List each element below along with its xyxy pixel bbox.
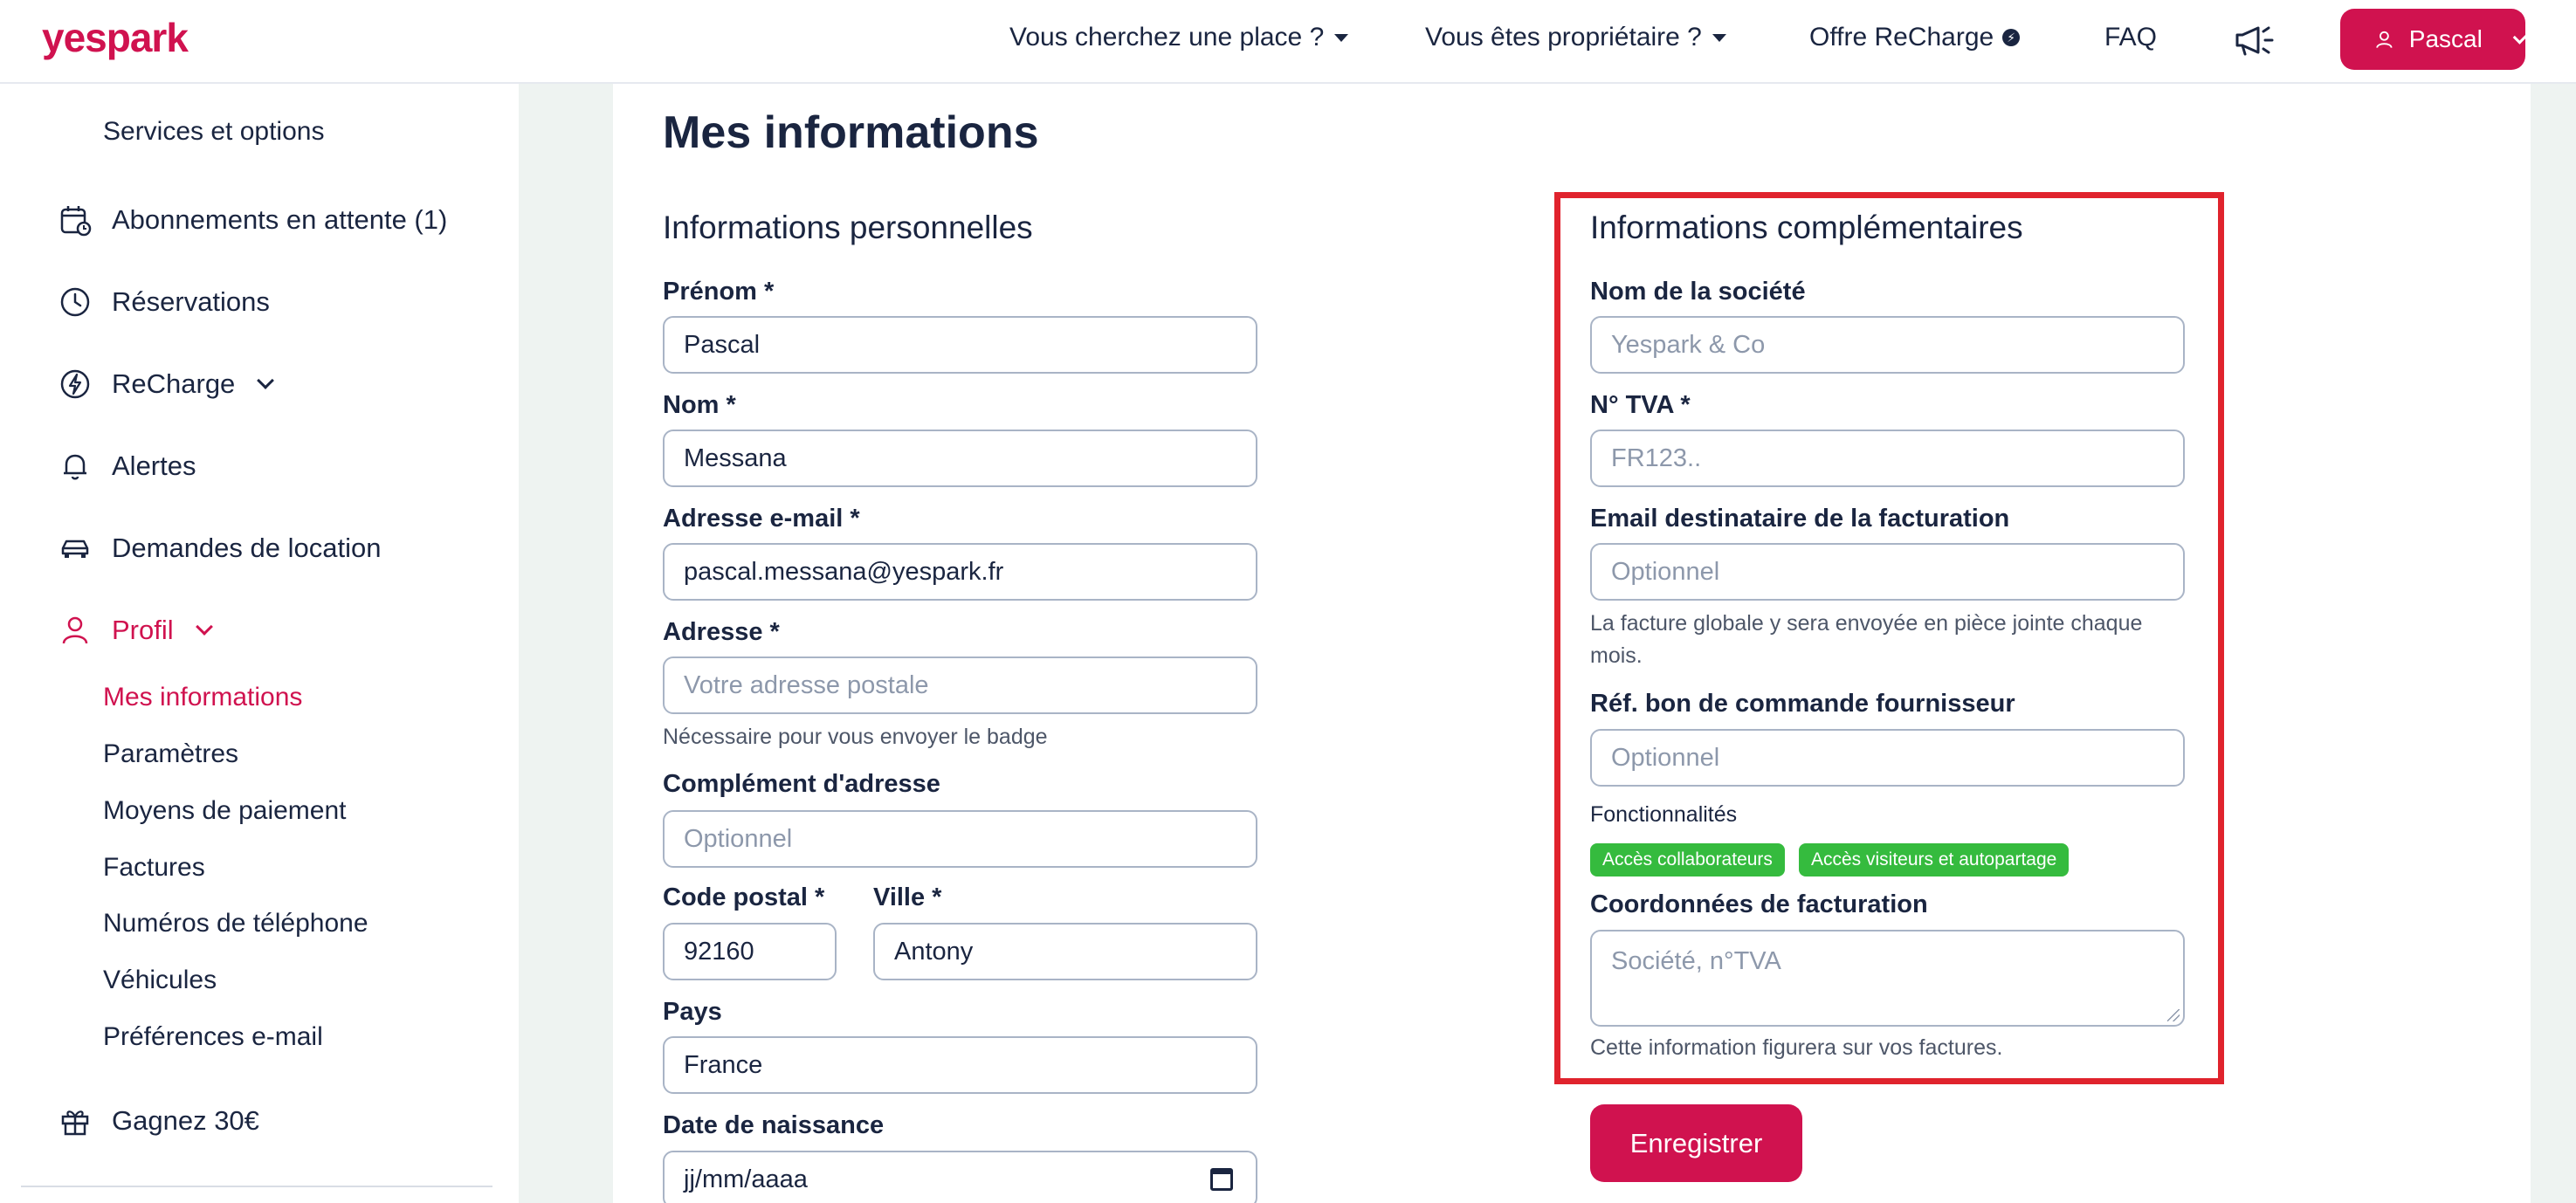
page-title: Mes informations: [663, 107, 1039, 158]
sidebar-item-vehicles[interactable]: Véhicules: [103, 966, 217, 995]
nav-recharge-offer[interactable]: Offre ReCharge ⚡: [1809, 23, 2021, 52]
sidebar-item-reservations[interactable]: Réservations: [58, 285, 270, 320]
caret-down-icon: [1712, 33, 1726, 42]
yespark-logo[interactable]: yespark: [42, 14, 189, 61]
billing-email-input[interactable]: Optionnel: [1590, 543, 2185, 601]
address-input[interactable]: Votre adresse postale: [663, 656, 1257, 714]
last-name-label: Nom *: [663, 391, 736, 419]
sidebar-item-email-prefs[interactable]: Préférences e-mail: [103, 1022, 323, 1052]
first-name-input[interactable]: Pascal: [663, 316, 1257, 374]
last-name-input[interactable]: Messana: [663, 430, 1257, 487]
user-icon: [2376, 31, 2393, 48]
user-icon: [62, 616, 88, 644]
chevron-down-icon: [195, 618, 213, 636]
vat-label: N° TVA *: [1590, 391, 1691, 419]
country-label: Pays: [663, 998, 722, 1026]
car-icon: [61, 540, 89, 558]
birth-date-label: Date de naissance: [663, 1111, 885, 1139]
sidebar-item-my-info[interactable]: Mes informations: [103, 683, 302, 712]
chevron-down-icon: [257, 372, 275, 389]
save-button[interactable]: Enregistrer: [1590, 1104, 1802, 1182]
sidebar-item-services[interactable]: Services et options: [103, 117, 324, 147]
address-label: Adresse *: [663, 618, 780, 646]
lightning-icon: [60, 369, 90, 399]
bolt-badge-icon: ⚡: [2002, 29, 2021, 46]
sidebar-item-payment[interactable]: Moyens de paiement: [103, 796, 347, 826]
sidebar-item-profile[interactable]: Profil: [58, 613, 213, 648]
sidebar-item-referral[interactable]: Gagnez 30€: [58, 1103, 259, 1138]
feature-tag: Accès collaborateurs: [1590, 843, 1785, 876]
company-input[interactable]: Yespark & Co: [1590, 316, 2185, 374]
sidebar-item-phones[interactable]: Numéros de téléphone: [103, 909, 368, 938]
sidebar-item-settings[interactable]: Paramètres: [103, 739, 238, 769]
po-ref-input[interactable]: Optionnel: [1590, 729, 2185, 787]
billing-email-helper: La facture globale y sera envoyée en piè…: [1590, 611, 2143, 668]
sidebar-label: Alertes: [112, 450, 196, 481]
nav-owner[interactable]: Vous êtes propriétaire ?: [1425, 23, 1726, 52]
company-label: Nom de la société: [1590, 278, 1806, 306]
calendar-icon[interactable]: [1210, 1168, 1233, 1191]
city-input[interactable]: Antony: [873, 923, 1257, 980]
bell-icon: [64, 454, 86, 480]
sidebar-divider: [21, 1186, 492, 1187]
sidebar-item-invoices[interactable]: Factures: [103, 853, 205, 883]
postal-code-label: Code postal *: [663, 883, 825, 911]
calendar-clock-icon: [60, 206, 92, 237]
nav-owner-label: Vous êtes propriétaire ?: [1425, 23, 1702, 52]
personal-section-title: Informations personnelles: [663, 210, 1033, 245]
sidebar-label: ReCharge: [112, 368, 236, 399]
nav-faq[interactable]: FAQ: [2104, 23, 2157, 52]
user-name: Pascal: [2408, 25, 2483, 52]
billing-details-label: Coordonnées de facturation: [1590, 890, 1928, 918]
city-label: Ville *: [873, 883, 942, 911]
sidebar: Services et options Abonnements en atten…: [0, 84, 519, 1203]
nav-find-place[interactable]: Vous cherchez une place ?: [1009, 23, 1349, 52]
gift-icon: [61, 1110, 89, 1136]
birth-date-placeholder: jj/mm/aaaa: [684, 1165, 808, 1193]
sidebar-label: Gagnez 30€: [112, 1105, 259, 1136]
billing-details-textarea[interactable]: Société, n°TVA: [1590, 930, 2185, 1027]
nav-find-place-label: Vous cherchez une place ?: [1009, 23, 1325, 52]
nav-faq-label: FAQ: [2104, 23, 2158, 52]
features-label: Fonctionnalités: [1590, 802, 1738, 827]
caret-down-icon: [1334, 33, 1349, 42]
complementary-section-title: Informations complémentaires: [1590, 210, 2023, 245]
postal-code-input[interactable]: 92160: [663, 923, 837, 980]
user-menu-button[interactable]: Pascal: [2340, 9, 2529, 70]
billing-details-helper: Cette information figurera sur vos factu…: [1590, 1035, 2003, 1060]
first-name-label: Prénom *: [663, 278, 775, 306]
sidebar-item-pending-subscriptions[interactable]: Abonnements en attente (1): [58, 203, 447, 237]
feature-tag: Accès visiteurs et autopartage: [1799, 843, 2070, 876]
country-select[interactable]: France: [663, 1036, 1257, 1094]
megaphone-icon[interactable]: [2232, 23, 2276, 58]
billing-email-label: Email destinataire de la facturation: [1590, 505, 2010, 533]
billing-details-placeholder: Société, n°TVA: [1611, 947, 1781, 975]
sidebar-label: Demandes de location: [112, 533, 382, 563]
sidebar-label: Réservations: [112, 286, 270, 317]
address-extra-label: Complément d'adresse: [663, 770, 940, 798]
address-extra-input[interactable]: Optionnel: [663, 810, 1257, 868]
sidebar-item-alerts[interactable]: Alertes: [58, 449, 196, 484]
email-input[interactable]: pascal.messana@yespark.fr: [663, 543, 1257, 601]
birth-date-input[interactable]: jj/mm/aaaa: [663, 1151, 1257, 1203]
clock-icon: [60, 287, 90, 317]
email-label: Adresse e-mail *: [663, 505, 860, 533]
address-helper: Nécessaire pour vous envoyer le badge: [663, 725, 1048, 749]
sidebar-item-recharge[interactable]: ReCharge: [58, 367, 275, 402]
sidebar-label: Profil: [112, 615, 174, 645]
sidebar-item-rental-requests[interactable]: Demandes de location: [58, 531, 381, 566]
sidebar-label: Abonnements en attente (1): [112, 204, 448, 235]
top-header: yespark Vous cherchez une place ? Vous ê…: [0, 0, 2576, 84]
po-ref-label: Réf. bon de commande fournisseur: [1590, 690, 2015, 718]
nav-recharge-offer-label: Offre ReCharge: [1809, 23, 1994, 52]
vat-input[interactable]: FR123..: [1590, 430, 2185, 487]
resize-handle[interactable]: [2167, 1009, 2180, 1021]
chevron-down-icon: [2512, 29, 2529, 45]
